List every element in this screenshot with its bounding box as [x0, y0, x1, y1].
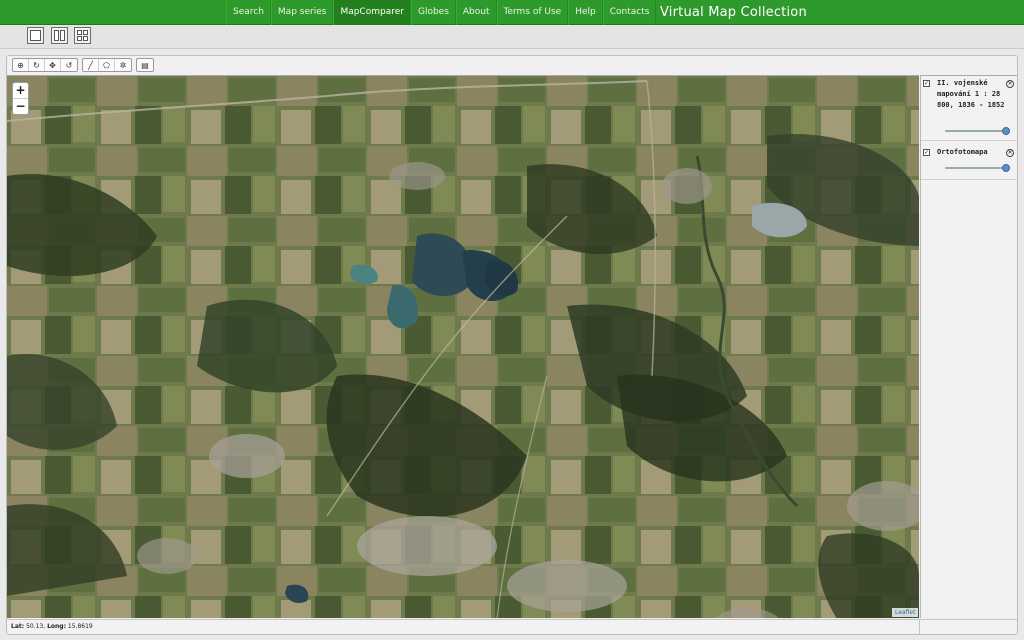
- layer-remove-icon[interactable]: ×: [1006, 149, 1014, 157]
- nav-about[interactable]: About: [455, 0, 497, 25]
- drawing-tools: ╱ ⬠ ✲: [82, 58, 132, 72]
- nav-terms-of-use[interactable]: Terms of Use: [496, 0, 569, 25]
- nav-globes[interactable]: Globes: [410, 0, 456, 25]
- lat-value: 50.13: [26, 623, 44, 630]
- top-navigation-bar: Search Map series MapComparer Globes Abo…: [0, 0, 1024, 25]
- gear-icon[interactable]: ✲: [115, 59, 131, 71]
- opacity-slider[interactable]: [945, 127, 1010, 135]
- reset-tool-icon[interactable]: ↺: [61, 59, 77, 71]
- site-title: Virtual Map Collection: [660, 5, 807, 20]
- double-view-icon[interactable]: [51, 27, 68, 44]
- slider-handle[interactable]: [1002, 164, 1010, 172]
- map-canvas[interactable]: [7, 75, 919, 618]
- status-bar: Lat: 50.13, Long: 15.8619: [7, 619, 1017, 634]
- long-label: Long:: [47, 623, 66, 630]
- layer-name: Ortofotomapa: [937, 148, 988, 156]
- aerial-photo: [7, 76, 919, 618]
- zoom-in-button[interactable]: +: [13, 83, 28, 99]
- navigation-tools: ⊕ ↻ ✥ ↺: [12, 58, 78, 72]
- layer-item: ✓ Ortofotomapa ×: [921, 142, 1018, 180]
- layer-remove-icon[interactable]: ×: [1006, 80, 1014, 88]
- layer-name: II. vojenské mapování 1 : 28 800, 1836 -…: [937, 79, 1005, 109]
- nav-mapcomparer[interactable]: MapComparer: [333, 0, 411, 25]
- layer-panel: ✓ II. vojenské mapování 1 : 28 800, 1836…: [920, 75, 1018, 618]
- layer-checkbox[interactable]: ✓: [923, 149, 930, 156]
- nav-help[interactable]: Help: [568, 0, 603, 25]
- nav-search[interactable]: Search: [226, 0, 271, 25]
- table-tools: ▤: [136, 58, 154, 72]
- table-icon[interactable]: ▤: [137, 59, 153, 71]
- opacity-slider[interactable]: [945, 164, 1010, 172]
- slider-handle[interactable]: [1002, 127, 1010, 135]
- long-value: 15.8619: [67, 623, 93, 630]
- single-view-icon[interactable]: [27, 27, 44, 44]
- lat-label: Lat:: [11, 623, 25, 630]
- coordinates-readout: Lat: 50.13, Long: 15.8619: [11, 623, 93, 630]
- pan-tool-icon[interactable]: ✥: [45, 59, 61, 71]
- map-toolbar: ⊕ ↻ ✥ ↺ ╱ ⬠ ✲ ▤: [12, 58, 158, 72]
- nav-contacts[interactable]: Contacts: [602, 0, 657, 25]
- rotate-tool-icon[interactable]: ↻: [29, 59, 45, 71]
- main-nav: Search Map series MapComparer Globes Abo…: [226, 0, 657, 25]
- polygon-tool-icon[interactable]: ⬠: [99, 59, 115, 71]
- zoom-control: + −: [12, 82, 29, 115]
- layer-checkbox[interactable]: ✓: [923, 80, 930, 87]
- line-tool-icon[interactable]: ╱: [83, 59, 99, 71]
- layer-item: ✓ II. vojenské mapování 1 : 28 800, 1836…: [921, 76, 1018, 141]
- quad-view-icon[interactable]: [74, 27, 91, 44]
- zoom-out-button[interactable]: −: [13, 99, 28, 115]
- zoom-in-tool-icon[interactable]: ⊕: [13, 59, 29, 71]
- layout-toolbar: [0, 25, 1024, 49]
- leaflet-attribution-link[interactable]: Leaflet: [892, 608, 919, 617]
- status-divider: [919, 620, 920, 634]
- nav-map-series[interactable]: Map series: [270, 0, 334, 25]
